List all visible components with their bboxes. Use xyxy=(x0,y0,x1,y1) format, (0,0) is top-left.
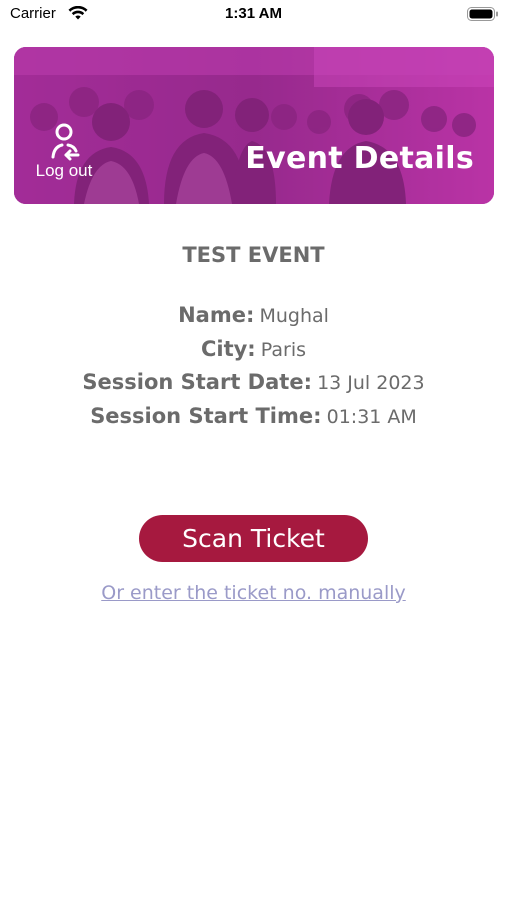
start-date-value: 13 Jul 2023 xyxy=(317,372,425,394)
status-bar: Carrier 1:31 AM xyxy=(0,0,507,32)
manual-ticket-entry-link[interactable]: Or enter the ticket no. manually xyxy=(0,582,507,604)
battery-icon xyxy=(467,7,498,21)
start-date-label: Session Start Date: xyxy=(82,370,312,394)
start-time-label: Session Start Time: xyxy=(90,404,322,428)
name-label: Name: xyxy=(178,303,255,327)
logout-button[interactable]: Log out xyxy=(28,121,100,180)
clock: 1:31 AM xyxy=(225,5,282,22)
city-value: Paris xyxy=(260,339,307,361)
page-title: Event Details xyxy=(245,141,474,176)
event-title: TEST EVENT xyxy=(182,243,325,267)
name-value: Mughal xyxy=(259,305,329,327)
logout-user-icon xyxy=(51,123,80,161)
header-banner: Log out Event Details xyxy=(14,47,494,204)
start-date-row: Session Start Date: 13 Jul 2023 xyxy=(0,370,507,394)
start-time-value: 01:31 AM xyxy=(326,406,417,428)
city-label: City: xyxy=(200,337,256,361)
name-row: Name: Mughal xyxy=(0,303,507,327)
city-row: City: Paris xyxy=(0,337,507,361)
logout-label: Log out xyxy=(35,161,93,180)
scan-ticket-button[interactable]: Scan Ticket xyxy=(139,515,368,562)
start-time-row: Session Start Time: 01:31 AM xyxy=(0,404,507,428)
